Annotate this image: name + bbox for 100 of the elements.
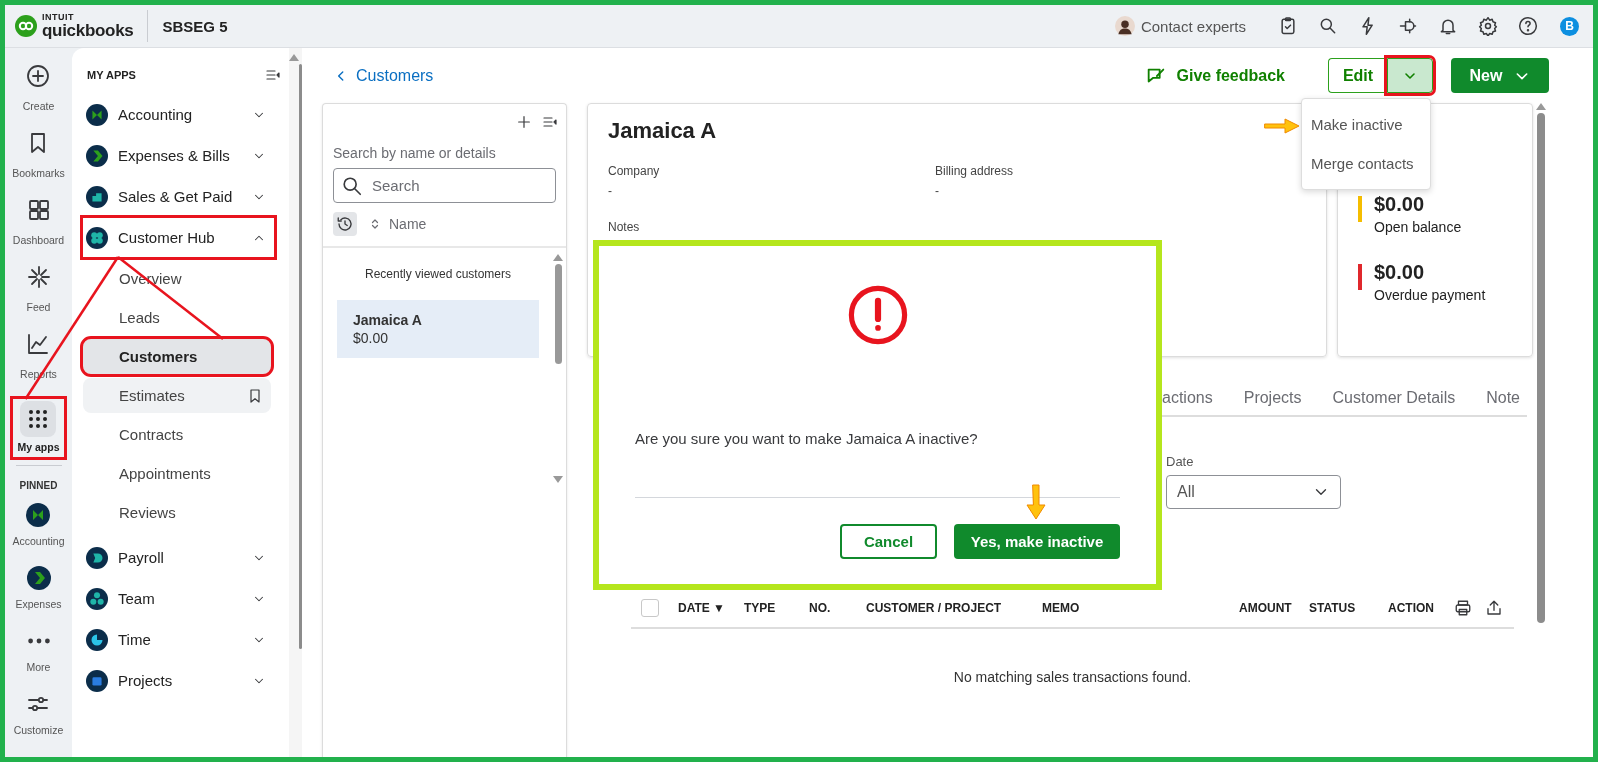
- brand-text: INTUIT: [42, 13, 75, 22]
- balance-label: Overdue payment: [1374, 287, 1486, 303]
- scroll-thumb[interactable]: [1536, 113, 1545, 623]
- menu-item[interactable]: Make inactive: [1302, 105, 1430, 144]
- back-link[interactable]: Customers: [334, 66, 434, 85]
- app-icon: [86, 226, 108, 249]
- app-menu-item[interactable]: Accounting: [83, 95, 274, 134]
- feedback-button[interactable]: Give feedback: [1138, 63, 1291, 88]
- balance-label: Open balance: [1374, 219, 1462, 235]
- scroll-thumb[interactable]: [554, 264, 562, 364]
- tab[interactable]: actions: [1162, 385, 1213, 411]
- bookmark-icon[interactable]: [247, 387, 263, 404]
- feed-icon: [26, 265, 51, 289]
- nav-item[interactable]: Customize: [11, 692, 66, 736]
- field-label: Date: [1166, 454, 1195, 469]
- plus-icon[interactable]: [516, 114, 532, 130]
- column-header[interactable]: STATUS: [1309, 601, 1388, 615]
- dashboard-icon: [26, 198, 51, 222]
- section-heading: MY APPS: [87, 69, 136, 81]
- balance-amount: $0.00: [1374, 261, 1426, 284]
- submenu-item[interactable]: Estimates: [83, 378, 271, 413]
- field-value: -: [608, 184, 613, 198]
- contact-experts-link[interactable]: Contact experts: [1140, 17, 1246, 35]
- date-dropdown[interactable]: All: [1166, 475, 1341, 509]
- company-name: SBSEG 5: [162, 17, 228, 35]
- history-icon: [336, 214, 354, 233]
- app-menu-item[interactable]: Projects: [83, 661, 274, 700]
- app-menu-item[interactable]: Team: [83, 579, 274, 618]
- app-icon: [86, 587, 108, 610]
- nav-item[interactable]: Create: [20, 64, 57, 112]
- customer-list-item[interactable]: Jamaica A $0.00: [337, 300, 539, 358]
- field-label: Search by name or details: [333, 145, 497, 161]
- tab[interactable]: Customer Details: [1332, 385, 1456, 411]
- scroll-thumb[interactable]: [299, 64, 302, 649]
- clipboard-icon[interactable]: [1278, 16, 1298, 36]
- column-header[interactable]: NO.: [809, 601, 866, 615]
- column-header[interactable]: MEMO: [1042, 601, 1239, 615]
- select-all-checkbox[interactable]: [641, 599, 659, 617]
- app-icon: [86, 669, 108, 692]
- nav-item[interactable]: More: [24, 629, 53, 673]
- settings-icon[interactable]: [1478, 16, 1498, 36]
- nav-item[interactable]: Feed: [24, 265, 53, 313]
- balance-amount: $0.00: [1374, 193, 1426, 216]
- dropdown-toggle[interactable]: [1387, 58, 1433, 93]
- app-icon: [86, 185, 108, 208]
- edit-button[interactable]: Edit: [1328, 58, 1387, 93]
- empty-message: No matching sales transactions found.: [952, 669, 1193, 685]
- field-value: -: [935, 184, 940, 198]
- avatar-icon: [1114, 16, 1135, 36]
- customer-title: Jamaica A: [608, 118, 717, 144]
- app-icon: [86, 628, 108, 651]
- column-header[interactable]: CUSTOMER / PROJECT: [866, 601, 1042, 615]
- menu-item[interactable]: Merge contacts: [1302, 144, 1430, 183]
- nav-item[interactable]: Dashboard: [10, 198, 67, 246]
- brand-name: quickbooks: [42, 22, 134, 39]
- cancel-button[interactable]: Cancel: [840, 524, 937, 559]
- history-button[interactable]: [333, 211, 357, 236]
- nav-item[interactable]: Expenses: [13, 566, 64, 610]
- collapse-menu-icon[interactable]: [542, 114, 558, 130]
- app-menu-item[interactable]: Expenses & Bills: [83, 136, 274, 175]
- submenu-item[interactable]: Contracts: [83, 417, 271, 452]
- app-icon: [86, 103, 108, 126]
- new-button[interactable]: New: [1451, 58, 1549, 93]
- submenu-item[interactable]: Leads: [83, 300, 271, 335]
- app-icon: [86, 546, 108, 569]
- print-icon[interactable]: [1454, 599, 1472, 617]
- collapse-menu-icon[interactable]: [265, 67, 281, 83]
- app-menu-item[interactable]: Time: [83, 620, 274, 659]
- create-icon: [26, 64, 51, 88]
- column-header[interactable]: AMOUNT: [1239, 601, 1309, 615]
- field-label: Company: [608, 164, 661, 178]
- app-menu-item[interactable]: Payroll: [83, 538, 274, 577]
- confirm-button[interactable]: Yes, make inactive: [954, 524, 1120, 559]
- app-menu-item[interactable]: Customer Hub: [83, 218, 274, 257]
- search-icon[interactable]: [1318, 16, 1338, 36]
- customer-name: Jamaica A: [353, 312, 423, 328]
- scroll-arrow[interactable]: [553, 476, 563, 483]
- search-field[interactable]: Search: [333, 168, 556, 203]
- sort-button[interactable]: Name: [365, 215, 431, 232]
- more-icon: [26, 637, 51, 645]
- field-label: Billing address: [935, 164, 1015, 178]
- column-header[interactable]: ACTION: [1388, 601, 1454, 615]
- app-icon: [26, 566, 51, 590]
- submenu-item[interactable]: Reviews: [83, 495, 271, 530]
- submenu-item[interactable]: Appointments: [83, 456, 271, 491]
- tab[interactable]: Projects: [1243, 385, 1302, 411]
- app-menu-item[interactable]: Sales & Get Paid: [83, 177, 274, 216]
- section-heading: Recently viewed customers: [363, 267, 513, 281]
- app-icon: [26, 503, 51, 527]
- export-icon[interactable]: [1485, 599, 1503, 617]
- plug-icon[interactable]: [1398, 16, 1418, 36]
- help-icon[interactable]: [1518, 16, 1538, 36]
- nav-item[interactable]: Accounting: [10, 503, 67, 547]
- nav-item[interactable]: Bookmarks: [10, 131, 67, 179]
- dialog-message: Are you sure you want to make Jamaica A inactive?: [635, 430, 979, 447]
- nav-item[interactable]: My apps: [13, 399, 64, 457]
- column-header[interactable]: DATE ▼: [678, 601, 744, 615]
- tab[interactable]: Note: [1486, 385, 1520, 411]
- column-header[interactable]: TYPE: [744, 601, 809, 615]
- submenu-item[interactable]: Customers: [83, 339, 271, 374]
